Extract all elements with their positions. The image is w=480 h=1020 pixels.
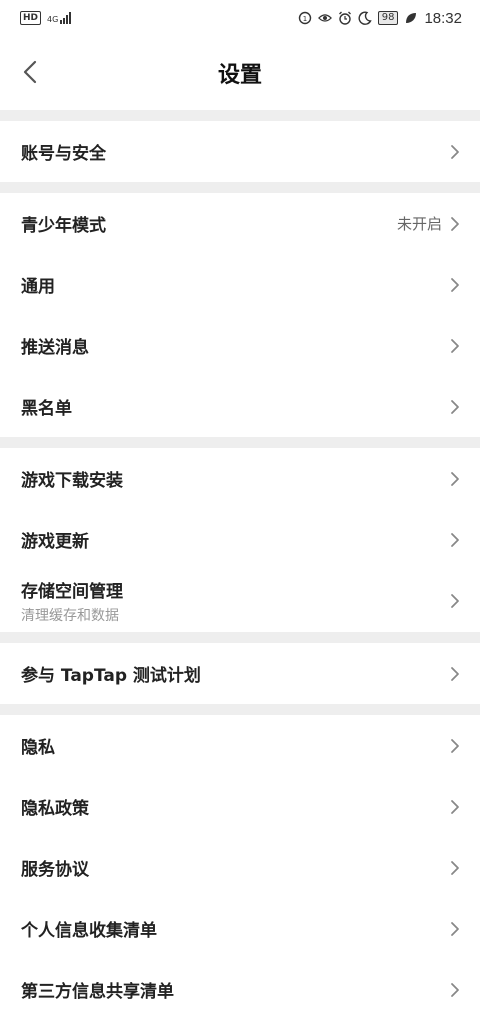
settings-item-label: 青少年模式 bbox=[21, 216, 106, 236]
signal-indicator: 4G bbox=[47, 12, 72, 24]
chevron-right-icon bbox=[450, 532, 460, 548]
moon-icon bbox=[358, 11, 372, 25]
chevron-right-icon bbox=[450, 982, 460, 998]
chevron-right-icon bbox=[450, 738, 460, 754]
settings-item-personal-info-list[interactable]: 个人信息收集清单 bbox=[0, 898, 480, 959]
settings-item-beta-program[interactable]: 参与 TapTap 测试计划 bbox=[0, 643, 480, 704]
settings-item-label: 推送消息 bbox=[21, 338, 89, 358]
storage-text: 存储空间管理 清理缓存和数据 bbox=[21, 577, 123, 625]
chevron-right-icon bbox=[450, 338, 460, 354]
settings-item-label: 服务协议 bbox=[21, 860, 89, 880]
page-title: 设置 bbox=[217, 63, 262, 88]
settings-item-label: 第三方信息共享清单 bbox=[21, 982, 174, 1002]
chevron-right-icon bbox=[450, 593, 460, 609]
settings-item-label: 个人信息收集清单 bbox=[21, 921, 157, 941]
section-separator bbox=[0, 437, 480, 448]
signal-bars-icon bbox=[60, 12, 72, 24]
battery-icon: 98 bbox=[377, 11, 399, 25]
chevron-right-icon bbox=[450, 471, 460, 487]
settings-item-label: 账号与安全 bbox=[21, 144, 106, 164]
section-separator bbox=[0, 704, 480, 715]
settings-item-label: 参与 TapTap 测试计划 bbox=[21, 666, 201, 686]
settings-list: 账号与安全 青少年模式 未开启 通用 推送消息 黑名单 游戏下载安装 游戏更新 … bbox=[0, 110, 480, 1020]
settings-item-third-party-sharing[interactable]: 第三方信息共享清单 bbox=[0, 959, 480, 1020]
status-bar: HD 4G 1 98 18:32 bbox=[0, 0, 480, 36]
back-button[interactable] bbox=[14, 58, 46, 90]
eye-comfort-icon: 1 bbox=[298, 11, 312, 25]
svg-text:1: 1 bbox=[302, 15, 306, 23]
chevron-right-icon bbox=[450, 277, 460, 293]
chevron-right-icon bbox=[450, 144, 460, 160]
chevron-right-icon bbox=[450, 216, 460, 232]
status-right: 1 98 18:32 bbox=[298, 10, 462, 27]
settings-item-game-update[interactable]: 游戏更新 bbox=[0, 509, 480, 570]
settings-item-subtitle: 清理缓存和数据 bbox=[21, 608, 119, 624]
settings-item-label: 隐私政策 bbox=[21, 799, 89, 819]
settings-item-privacy-policy[interactable]: 隐私政策 bbox=[0, 776, 480, 837]
status-time: 18:32 bbox=[424, 9, 462, 27]
settings-item-label: 黑名单 bbox=[21, 399, 72, 419]
youth-mode-status: 未开启 bbox=[396, 215, 442, 233]
chevron-right-icon bbox=[450, 860, 460, 876]
settings-item-label: 通用 bbox=[21, 277, 55, 297]
settings-item-push-notifications[interactable]: 推送消息 bbox=[0, 315, 480, 376]
settings-item-youth-mode[interactable]: 青少年模式 未开启 bbox=[0, 193, 480, 254]
settings-item-service-agreement[interactable]: 服务协议 bbox=[0, 837, 480, 898]
chevron-right-icon bbox=[450, 799, 460, 815]
alarm-icon bbox=[338, 11, 352, 25]
settings-item-privacy[interactable]: 隐私 bbox=[0, 715, 480, 776]
chevron-left-icon bbox=[23, 60, 37, 88]
section-separator bbox=[0, 632, 480, 643]
section-separator bbox=[0, 110, 480, 121]
chevron-right-icon bbox=[450, 399, 460, 415]
nav-header: 设置 bbox=[0, 36, 480, 110]
settings-item-account-security[interactable]: 账号与安全 bbox=[0, 121, 480, 182]
hd-badge: HD bbox=[20, 11, 42, 25]
settings-item-storage[interactable]: 存储空间管理 清理缓存和数据 bbox=[0, 570, 480, 632]
settings-item-label: 存储空间管理 bbox=[21, 582, 123, 602]
eye-icon bbox=[317, 11, 332, 25]
section-separator bbox=[0, 182, 480, 193]
status-left: HD 4G bbox=[20, 11, 72, 25]
network-type: 4G bbox=[47, 15, 59, 24]
settings-item-game-download[interactable]: 游戏下载安装 bbox=[0, 448, 480, 509]
settings-item-label: 隐私 bbox=[21, 738, 55, 758]
chevron-right-icon bbox=[450, 921, 460, 937]
settings-item-label: 游戏更新 bbox=[21, 532, 89, 552]
settings-item-label: 游戏下载安装 bbox=[21, 471, 123, 491]
leaf-icon bbox=[404, 11, 418, 25]
chevron-right-icon bbox=[450, 666, 460, 682]
settings-item-blacklist[interactable]: 黑名单 bbox=[0, 376, 480, 437]
settings-item-general[interactable]: 通用 bbox=[0, 254, 480, 315]
